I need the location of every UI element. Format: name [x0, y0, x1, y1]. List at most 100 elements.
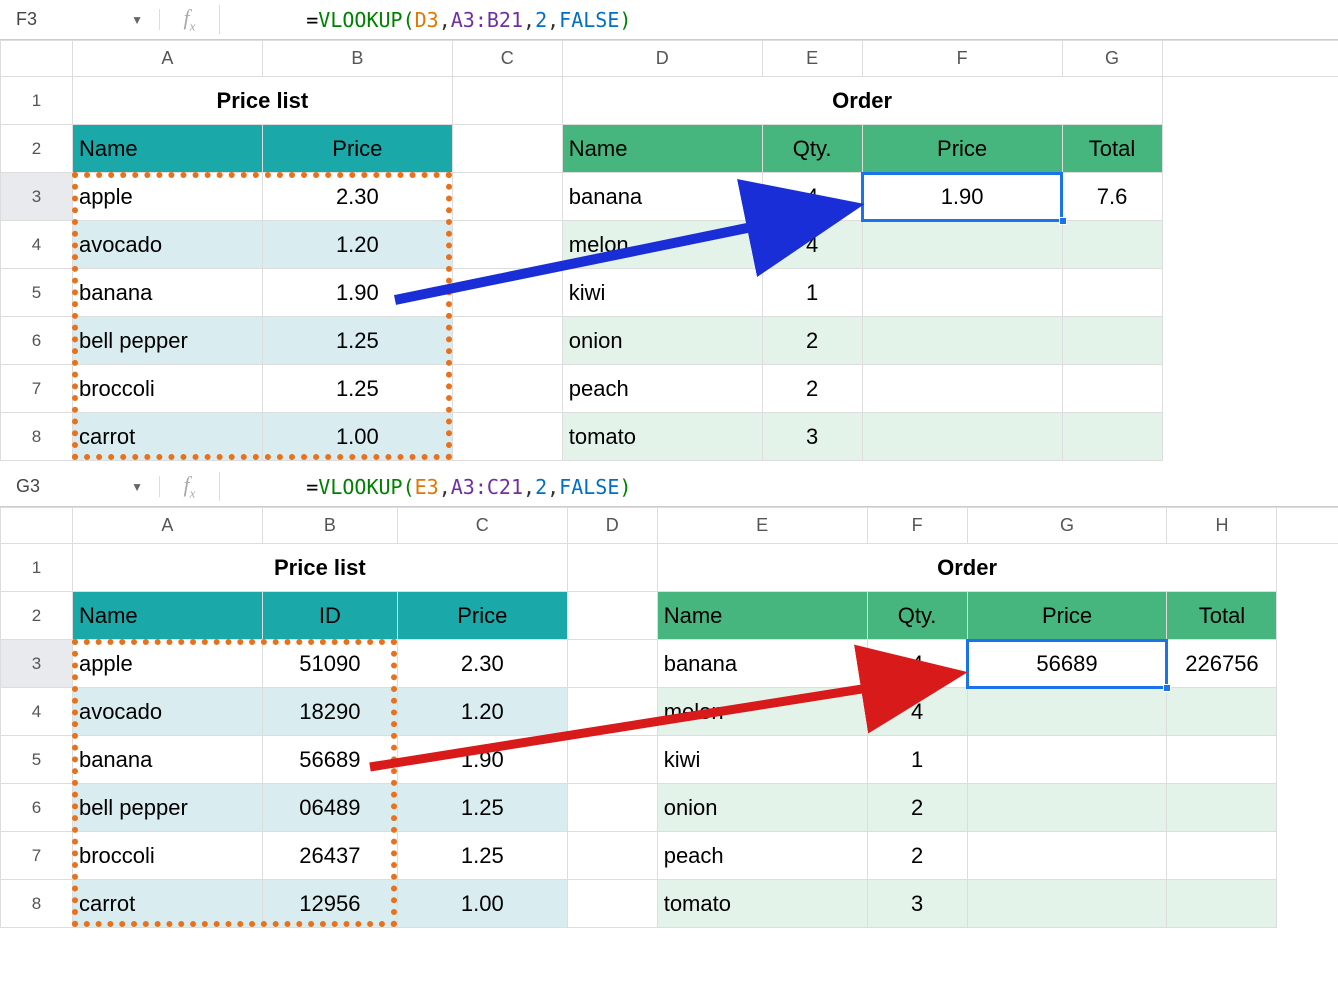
row-header[interactable]: 3	[1, 173, 73, 221]
cell[interactable]	[967, 832, 1167, 880]
cell[interactable]: 2	[762, 317, 862, 365]
name-box[interactable]: F3 ▼	[0, 9, 160, 30]
cell[interactable]: Name	[562, 125, 762, 173]
cell[interactable]: Order	[562, 77, 1162, 125]
cell[interactable]: 4	[762, 221, 862, 269]
cell[interactable]: 26437	[262, 832, 397, 880]
cell[interactable]	[1062, 365, 1162, 413]
cell[interactable]: 2	[867, 784, 967, 832]
cell[interactable]: 06489	[262, 784, 397, 832]
col-header[interactable]: A	[72, 508, 262, 544]
col-header[interactable]: F	[867, 508, 967, 544]
col-header[interactable]: H	[1167, 508, 1277, 544]
cell[interactable]: ID	[262, 592, 397, 640]
row-header[interactable]: 1	[1, 77, 73, 125]
cell[interactable]	[1167, 832, 1277, 880]
col-header[interactable]: C	[397, 508, 567, 544]
row-header[interactable]: 2	[1, 592, 73, 640]
cell[interactable]	[1062, 221, 1162, 269]
cell[interactable]: 18290	[262, 688, 397, 736]
cell[interactable]	[862, 317, 1062, 365]
cell[interactable]	[967, 736, 1167, 784]
cell[interactable]	[567, 640, 657, 688]
select-all[interactable]	[1, 41, 73, 77]
cell[interactable]: 3	[867, 880, 967, 928]
cell[interactable]: 1	[867, 736, 967, 784]
cell[interactable]: 1.25	[262, 365, 452, 413]
cell[interactable]	[452, 173, 562, 221]
cell[interactable]	[567, 544, 657, 592]
row-header[interactable]: 5	[1, 269, 73, 317]
cell[interactable]: 226756	[1167, 640, 1277, 688]
col-header[interactable]: G	[967, 508, 1167, 544]
cell[interactable]: Order	[657, 544, 1277, 592]
cell[interactable]: 4	[867, 640, 967, 688]
cell[interactable]: 1.25	[397, 832, 567, 880]
select-all[interactable]	[1, 508, 73, 544]
row-header[interactable]: 7	[1, 832, 73, 880]
cell[interactable]	[452, 365, 562, 413]
cell[interactable]: 1	[762, 269, 862, 317]
col-header[interactable]: B	[262, 508, 397, 544]
cell[interactable]: Name	[657, 592, 867, 640]
row-header[interactable]: 6	[1, 784, 73, 832]
cell[interactable]	[567, 784, 657, 832]
active-cell[interactable]: 56689	[967, 640, 1167, 688]
cell[interactable]	[567, 736, 657, 784]
cell[interactable]: kiwi	[562, 269, 762, 317]
cell[interactable]: broccoli	[72, 832, 262, 880]
cell[interactable]: 1.20	[397, 688, 567, 736]
cell[interactable]	[967, 880, 1167, 928]
row-header[interactable]: 2	[1, 125, 73, 173]
col-header[interactable]: D	[567, 508, 657, 544]
col-header[interactable]: D	[562, 41, 762, 77]
row-header[interactable]: 6	[1, 317, 73, 365]
cell[interactable]	[567, 688, 657, 736]
cell[interactable]: onion	[657, 784, 867, 832]
cell[interactable]: 2.30	[397, 640, 567, 688]
cell[interactable]: 4	[762, 173, 862, 221]
cell[interactable]: peach	[562, 365, 762, 413]
fill-handle[interactable]	[1163, 684, 1171, 692]
cell[interactable]: 7.6	[1062, 173, 1162, 221]
cell[interactable]: Total	[1062, 125, 1162, 173]
active-cell[interactable]: 1.90	[862, 173, 1062, 221]
cell[interactable]: broccoli	[72, 365, 262, 413]
cell[interactable]: banana	[72, 736, 262, 784]
cell[interactable]	[452, 317, 562, 365]
cell[interactable]	[967, 784, 1167, 832]
cell[interactable]: banana	[72, 269, 262, 317]
cell[interactable]: 2.30	[262, 173, 452, 221]
cell[interactable]	[1167, 880, 1277, 928]
cell[interactable]: Total	[1167, 592, 1277, 640]
cell[interactable]: bell pepper	[72, 317, 262, 365]
row-header[interactable]: 8	[1, 880, 73, 928]
cell[interactable]: 1.90	[262, 269, 452, 317]
cell[interactable]: kiwi	[657, 736, 867, 784]
cell[interactable]	[567, 832, 657, 880]
cell[interactable]	[1167, 784, 1277, 832]
cell[interactable]	[862, 221, 1062, 269]
cell[interactable]: onion	[562, 317, 762, 365]
cell[interactable]	[1062, 317, 1162, 365]
cell[interactable]: Price	[397, 592, 567, 640]
cell[interactable]: Price list	[72, 544, 567, 592]
col-header[interactable]: A	[72, 41, 262, 77]
row-header[interactable]: 8	[1, 413, 73, 461]
cell[interactable]: 2	[762, 365, 862, 413]
cell[interactable]: 56689	[262, 736, 397, 784]
cell[interactable]	[567, 880, 657, 928]
cell[interactable]: avocado	[72, 688, 262, 736]
row-header[interactable]: 3	[1, 640, 73, 688]
cell[interactable]: Price	[262, 125, 452, 173]
cell[interactable]	[1062, 269, 1162, 317]
cell[interactable]	[452, 77, 562, 125]
cell-grid[interactable]: A B C D E F G H 1 Price list Order 2 Nam…	[0, 507, 1338, 928]
cell[interactable]: Price	[862, 125, 1062, 173]
cell[interactable]: Price list	[72, 77, 452, 125]
cell[interactable]	[862, 269, 1062, 317]
cell[interactable]: 1.90	[397, 736, 567, 784]
cell[interactable]: Name	[72, 592, 262, 640]
cell[interactable]	[862, 365, 1062, 413]
row-header[interactable]: 4	[1, 688, 73, 736]
